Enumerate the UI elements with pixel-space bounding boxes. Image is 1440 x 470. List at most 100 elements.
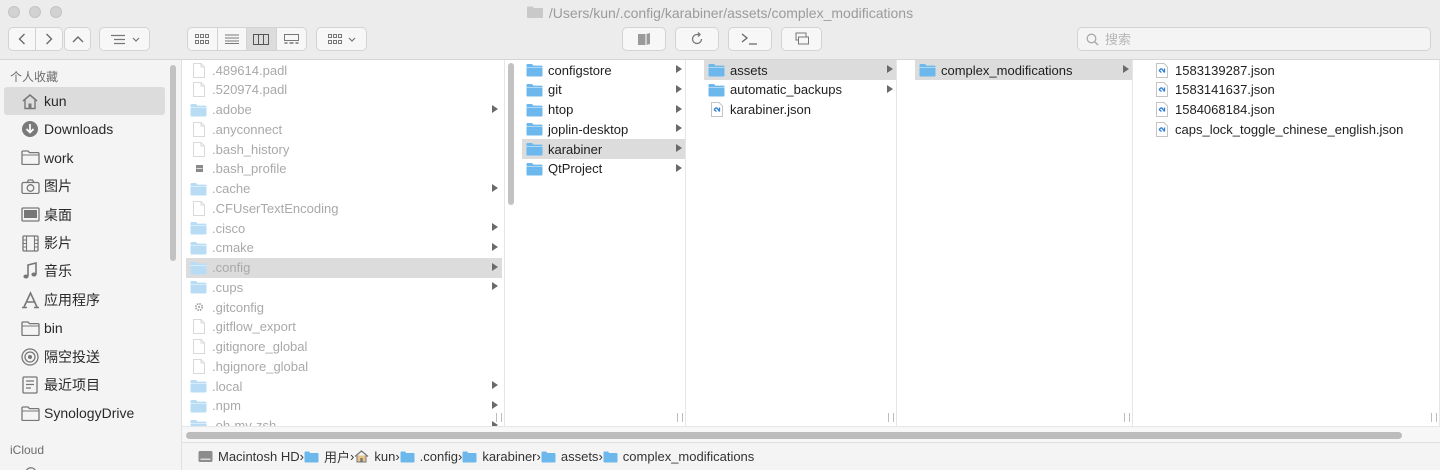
column-0-item[interactable]: .bash_history: [186, 139, 502, 159]
column-0-item[interactable]: .cisco: [186, 218, 502, 238]
sidebar-item-11[interactable]: SynologyDrive: [4, 399, 165, 427]
folder-icon-wrap: [190, 103, 207, 117]
column-1-item[interactable]: htop: [522, 100, 685, 120]
sidebar-item-label: Downloads: [44, 121, 114, 138]
group-by-button[interactable]: [316, 27, 367, 51]
gallery-view-button[interactable]: [277, 28, 306, 50]
column-0-item[interactable]: .520974.padl: [186, 80, 502, 100]
item-name: .bash_profile: [212, 161, 287, 177]
sidebar-item-0[interactable]: kun: [4, 87, 165, 115]
column-3-item[interactable]: complex_modifications: [915, 60, 1132, 80]
column-0-item[interactable]: .config: [186, 257, 502, 278]
path-bar-item[interactable]: Macintosh HD: [198, 449, 300, 464]
sidebar-item-3[interactable]: 图片: [4, 172, 165, 200]
view-options-button[interactable]: [99, 27, 150, 51]
column-resize-handle[interactable]: [1124, 413, 1130, 422]
column-0-item[interactable]: .bash_profile: [186, 159, 502, 179]
gallery-icon: [283, 33, 299, 44]
path-bar-item[interactable]: complex_modifications: [603, 449, 754, 464]
sidebar-item-4[interactable]: 桌面: [4, 201, 165, 229]
folder-icon: [708, 83, 725, 97]
column-view-button[interactable]: [247, 28, 277, 50]
column-2-item[interactable]: automatic_backups: [704, 80, 896, 100]
folder-icon: [190, 241, 207, 255]
sidebar-item-1[interactable]: Downloads: [4, 115, 165, 143]
column-0-item[interactable]: .gitignore_global: [186, 337, 502, 357]
column-0-item[interactable]: .cmake: [186, 238, 502, 258]
path-bar-label: Macintosh HD: [218, 449, 300, 464]
column-0-item[interactable]: .hgignore_global: [186, 356, 502, 376]
sidebar-item-5[interactable]: 影片: [4, 229, 165, 257]
sidebar-item-6[interactable]: 音乐: [4, 257, 165, 285]
column-1-item[interactable]: configstore: [522, 60, 685, 80]
column-4-item[interactable]: 1583141637.json: [1149, 80, 1434, 100]
parent-folder-button[interactable]: [64, 27, 91, 51]
column-4-item[interactable]: 1583139287.json: [1149, 60, 1434, 80]
column-2-item[interactable]: assets: [704, 60, 896, 80]
refresh-button[interactable]: [675, 27, 719, 51]
column-0-item[interactable]: .cache: [186, 179, 502, 199]
search-icon: [1086, 33, 1099, 45]
column-1-item[interactable]: joplin-desktop: [522, 119, 685, 139]
gear-icon: [194, 302, 203, 312]
path-bar-item[interactable]: .config: [400, 449, 458, 464]
icon-view-button[interactable]: [188, 28, 218, 50]
sidebar-item-2[interactable]: work: [4, 144, 165, 172]
column-0-item[interactable]: .gitflow_export: [186, 317, 502, 337]
path-bar-item[interactable]: karabiner: [462, 449, 537, 464]
forward-button[interactable]: [36, 28, 62, 50]
columns-icon: [253, 33, 270, 45]
column-resize-handle[interactable]: [677, 413, 683, 422]
json-file-icon-wrap: [1153, 82, 1170, 98]
tag-segment[interactable]: [623, 28, 665, 50]
column-1-item[interactable]: karabiner: [522, 139, 685, 159]
item-name: karabiner: [548, 141, 603, 157]
column-2-item[interactable]: karabiner.json: [704, 100, 896, 120]
folder-icon: [20, 403, 40, 423]
column-0-item[interactable]: .anyconnect: [186, 119, 502, 139]
column-0-item[interactable]: .cups: [186, 277, 502, 297]
column-resize-handle[interactable]: [496, 413, 502, 422]
terminal-button[interactable]: [728, 27, 772, 51]
column-4-item[interactable]: 1584068184.json: [1149, 100, 1434, 120]
sidebar-item-8[interactable]: bin: [4, 314, 165, 342]
sidebar-item-10[interactable]: 最近项目: [4, 371, 165, 399]
column-0-item[interactable]: .npm: [186, 396, 502, 416]
group-by-segment[interactable]: [317, 28, 366, 50]
column-1-item[interactable]: QtProject: [522, 159, 685, 179]
column-0-item[interactable]: .gitconfig: [186, 297, 502, 317]
sidebar-item-9[interactable]: 隔空投送: [4, 343, 165, 371]
enclosing-folder-segment[interactable]: [65, 28, 90, 50]
horizontal-scroll-thumb[interactable]: [186, 432, 1402, 439]
list-view-button[interactable]: [218, 28, 247, 50]
column-1-item[interactable]: git: [522, 80, 685, 100]
path-bar-item[interactable]: kun: [354, 449, 395, 464]
sidebar-item-7[interactable]: 应用程序: [4, 286, 165, 314]
folder-icon-wrap: [526, 63, 543, 77]
item-name: .npm: [212, 398, 241, 414]
refresh-segment[interactable]: [676, 28, 718, 50]
search-field[interactable]: [1077, 27, 1431, 51]
column-0-item[interactable]: .CFUserTextEncoding: [186, 198, 502, 218]
path-bar-item[interactable]: assets: [541, 449, 598, 464]
share-segment[interactable]: [782, 28, 821, 50]
column-0-item[interactable]: .adobe: [186, 100, 502, 120]
column-0-scroll-thumb[interactable]: [508, 63, 514, 205]
tag-button[interactable]: [622, 27, 666, 51]
terminal-segment[interactable]: [729, 28, 771, 50]
share-button[interactable]: [781, 27, 822, 51]
sidebar-scroll-thumb[interactable]: [170, 65, 176, 261]
column-0-item[interactable]: .489614.padl: [186, 60, 502, 80]
back-button[interactable]: [9, 28, 36, 50]
view-options-segment[interactable]: [100, 28, 149, 50]
sidebar-item-icloud-drive[interactable]: [4, 458, 165, 470]
column-4-item[interactable]: caps_lock_toggle_chinese_english.json: [1149, 119, 1434, 139]
search-input[interactable]: [1105, 31, 1405, 47]
column-0-item[interactable]: .oh-my-zsh: [186, 416, 502, 426]
column-resize-handle[interactable]: [888, 413, 894, 422]
path-bar-item[interactable]: 用户: [304, 447, 350, 466]
column-0-item[interactable]: .local: [186, 376, 502, 396]
column-resize-handle[interactable]: [1431, 413, 1437, 422]
horizontal-scrollbar[interactable]: [182, 426, 1440, 442]
disclosure-arrow-icon: [887, 65, 893, 73]
